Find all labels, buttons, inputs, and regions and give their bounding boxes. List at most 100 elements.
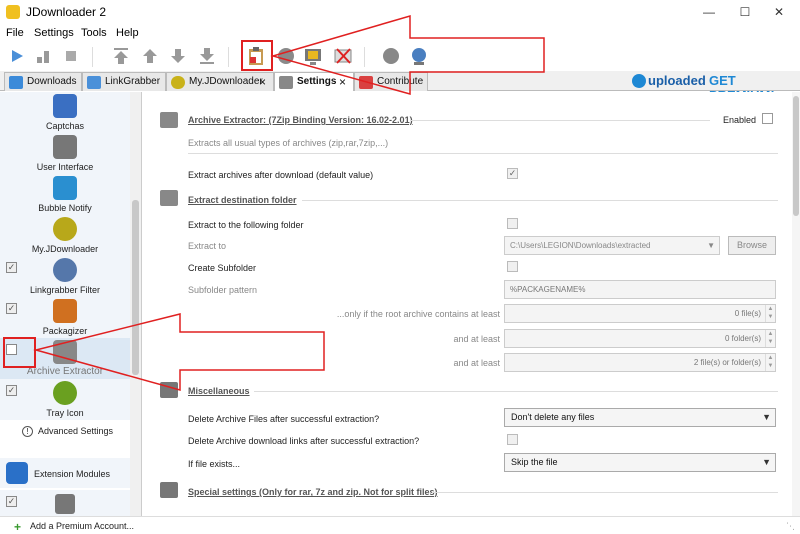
stepper-icon[interactable]: ▲ ▼ xyxy=(765,330,775,347)
tray-icon-enable-checkbox[interactable]: ✓ xyxy=(6,385,17,396)
delete-archive-select[interactable]: Don't delete any files ▼ xyxy=(504,408,776,427)
sidebar-item-extension-tools[interactable] xyxy=(0,490,130,516)
create-subfolder-label: Create Subfolder xyxy=(188,263,257,273)
min-folders-input[interactable]: 0 folder(s) ▲ ▼ xyxy=(504,329,776,348)
premium-banner[interactable]: uploaded GET PREMIUM! xyxy=(632,71,800,103)
archive-extractor-icon xyxy=(53,340,77,364)
myjdownloader-icon xyxy=(53,217,77,241)
maximize-button[interactable]: ☐ xyxy=(730,2,760,22)
menu-file[interactable]: File xyxy=(6,27,24,39)
menu-bar: File Settings Tools Help xyxy=(0,25,800,41)
window-title: JDownloader 2 xyxy=(26,5,107,19)
stop-downloads-icon[interactable] xyxy=(60,45,82,67)
sidebar-item-linkgrabber-filter[interactable]: Linkgrabber Filter xyxy=(0,256,130,297)
sidebar-scrollbar-thumb[interactable] xyxy=(132,200,139,375)
speed-meter-icon[interactable] xyxy=(408,45,430,67)
if-exists-select[interactable]: Skip the file ▼ xyxy=(504,453,776,472)
move-down-icon[interactable] xyxy=(167,45,189,67)
create-subfolder-checkbox[interactable] xyxy=(507,261,518,272)
sidebar-item-bubble-notify[interactable]: Bubble Notify xyxy=(0,174,130,215)
contribute-icon xyxy=(359,76,373,89)
wrench-icon xyxy=(160,382,178,398)
toolbar xyxy=(0,41,800,71)
bubble-notify-icon xyxy=(53,176,77,200)
menu-help[interactable]: Help xyxy=(116,27,139,39)
move-up-icon[interactable] xyxy=(139,45,161,67)
sidebar-item-user-interface[interactable]: User Interface xyxy=(0,133,130,174)
sidebar-item-tray-icon[interactable]: Tray Icon xyxy=(0,379,130,420)
and-at-least-label-2: and at least xyxy=(453,358,500,368)
sidebar-item-captchas[interactable]: Captchas xyxy=(0,92,130,133)
toolbar-separator xyxy=(228,47,229,67)
tab-myjdownloader[interactable]: My.JDownloader × xyxy=(166,72,274,91)
tab-settings[interactable]: Settings × xyxy=(274,72,354,91)
linkgrabber-filter-enable-checkbox[interactable]: ✓ xyxy=(6,303,17,314)
content-scrollbar-thumb[interactable] xyxy=(793,96,799,216)
highlight-clipboard xyxy=(241,40,273,71)
divider xyxy=(188,153,778,154)
move-to-bottom-icon[interactable] xyxy=(196,45,218,67)
tab-contribute[interactable]: Contribute xyxy=(354,72,428,91)
pause-downloads-icon[interactable] xyxy=(32,45,54,67)
stepper-icon[interactable]: ▲ ▼ xyxy=(765,354,775,371)
extract-path-select[interactable]: C:\Users\LEGION\Downloads\extracted ▼ xyxy=(504,236,720,255)
folder-icon xyxy=(160,190,178,206)
special-section-title: Special settings (Only for rar, 7z and z… xyxy=(188,487,438,497)
reconnect-icon[interactable] xyxy=(275,45,297,67)
menu-tools[interactable]: Tools xyxy=(81,27,107,39)
extension-modules-icon xyxy=(6,462,28,484)
divider xyxy=(254,391,778,392)
tab-bar: Downloads LinkGrabber My.JDownloader × Se… xyxy=(0,71,800,103)
stepper-icon[interactable]: ▲ ▼ xyxy=(765,305,775,322)
sidebar-scrollbar[interactable] xyxy=(130,92,141,516)
delete-archive-label: Delete Archive Files after successful ex… xyxy=(188,414,380,424)
captchas-enable-checkbox[interactable]: ✓ xyxy=(6,262,17,273)
enabled-label: Enabled xyxy=(723,115,757,125)
minimize-button[interactable]: — xyxy=(694,2,724,22)
add-premium-account-link[interactable]: Add a Premium Account... xyxy=(30,521,134,531)
tab-linkgrabber[interactable]: LinkGrabber xyxy=(82,72,166,91)
menu-settings[interactable]: Settings xyxy=(34,27,74,39)
divider xyxy=(302,200,778,201)
divider xyxy=(410,120,710,121)
if-exists-label: If file exists... xyxy=(188,459,241,469)
sidebar-item-extension-modules[interactable]: Extension Modules xyxy=(0,458,130,488)
settings-content: Archive Extractor: (7Zip Binding Version… xyxy=(142,92,792,516)
divider xyxy=(432,492,778,493)
sidebar-item-advanced-settings[interactable]: ! Advanced Settings xyxy=(0,424,130,440)
content-scrollbar[interactable] xyxy=(792,92,800,516)
dest-section-title: Extract destination folder xyxy=(188,195,297,205)
min-files-input[interactable]: 0 file(s) ▲ ▼ xyxy=(504,304,776,323)
tab-downloads[interactable]: Downloads xyxy=(4,72,82,91)
sidebar-item-packagizer[interactable]: Packagizer xyxy=(0,297,130,338)
sidebar-item-myjdownloader[interactable]: My.JDownloader xyxy=(0,215,130,256)
extract-to-folder-checkbox[interactable] xyxy=(507,218,518,229)
premium-icon[interactable] xyxy=(302,45,324,67)
advanced-settings-icon: ! xyxy=(22,426,33,437)
resize-grip-icon: ⋱ xyxy=(786,521,795,531)
delete-links-checkbox[interactable] xyxy=(507,434,518,445)
and-at-least-label: and at least xyxy=(453,334,500,344)
close-tab-icon[interactable]: × xyxy=(339,73,346,91)
extract-after-checkbox[interactable]: ✓ xyxy=(507,168,518,179)
min-files-or-folders-input[interactable]: 2 file(s) or folder(s) ▲ ▼ xyxy=(504,353,776,372)
subfolder-pattern-input[interactable]: %PACKAGENAME% xyxy=(504,280,776,299)
archive-section-icon xyxy=(160,112,178,128)
uploaded-logo-icon xyxy=(632,74,646,88)
close-tab-icon[interactable]: × xyxy=(259,73,266,91)
subfolder-pattern-label: Subfolder pattern xyxy=(188,285,258,295)
browse-button[interactable]: Browse xyxy=(728,236,776,255)
close-button[interactable]: ✕ xyxy=(764,2,794,22)
extract-to-label: Extract to xyxy=(188,241,227,251)
start-downloads-icon[interactable] xyxy=(6,45,28,67)
tools-icon xyxy=(160,482,178,498)
status-bar: + Add a Premium Account... ⋱ xyxy=(0,516,800,534)
settings-sidebar: Captchas User Interface Bubble Notify My… xyxy=(0,92,142,516)
tools-icon xyxy=(55,494,75,514)
silent-mode-icon[interactable] xyxy=(332,45,354,67)
update-icon[interactable] xyxy=(380,45,402,67)
extension-tools-enable-checkbox[interactable]: ✓ xyxy=(6,496,17,507)
promo-brand: uploaded xyxy=(648,73,706,88)
move-to-top-icon[interactable] xyxy=(110,45,132,67)
extractor-enabled-checkbox[interactable] xyxy=(762,113,773,124)
